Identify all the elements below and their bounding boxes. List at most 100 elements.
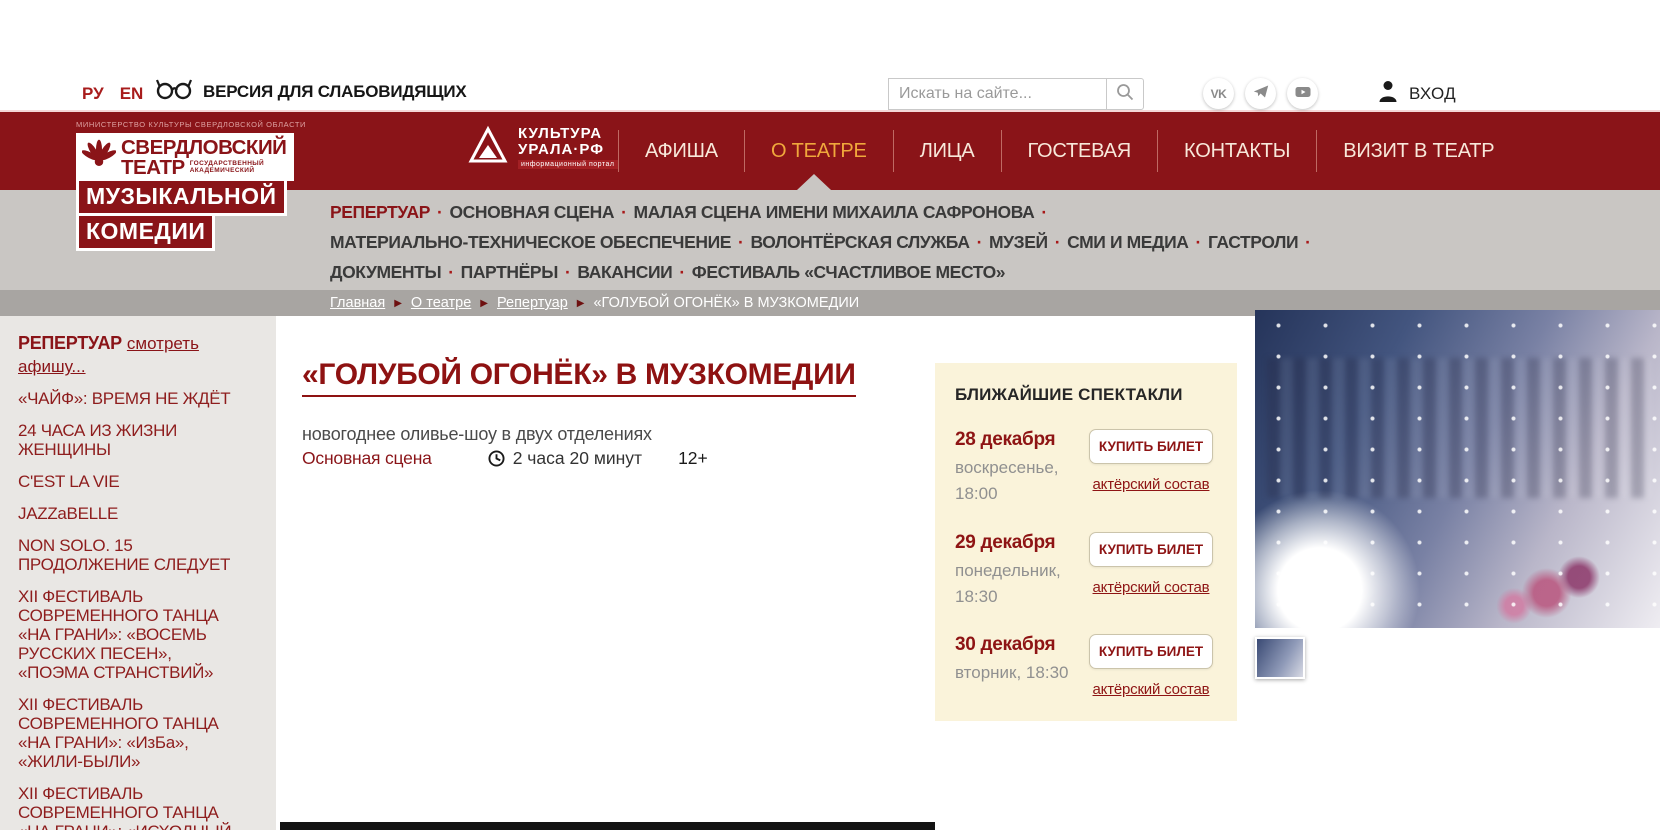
- top-bar: РУ EN ВЕРСИЯ ДЛЯ СЛАБОВИДЯЩИХ: [0, 0, 1660, 112]
- sidebar-item-24-chasa[interactable]: 24 ЧАСА ИЗ ЖИЗНИ ЖЕНЩИНЫ: [18, 421, 240, 459]
- sidebar-item-festival-1[interactable]: XII ФЕСТИВАЛЬ СОВРЕМЕННОГО ТАНЦА «НА ГРА…: [18, 587, 240, 682]
- menu-item-gostevaya[interactable]: ГОСТЕВАЯ: [1002, 140, 1157, 163]
- menu-item-vizit-v-teatr[interactable]: ВИЗИТ В ТЕАТР: [1317, 140, 1520, 163]
- social-links: VK: [1203, 78, 1318, 109]
- sidebar-item-non-solo[interactable]: NON SOLO. 15 ПРОДОЛЖЕНИЕ СЛЕДУЕТ: [18, 536, 240, 574]
- kultura-tagline: информационный портал: [518, 160, 618, 169]
- telegram-icon: [1253, 84, 1269, 104]
- separator-dot: ·: [679, 262, 684, 282]
- page-title: «ГОЛУБОЙ ОГОНЁК» В МУЗКОМЕДИИ: [302, 358, 856, 397]
- breadcrumb-arrow-icon: ▶: [480, 298, 488, 309]
- age-rating-badge: 12+: [678, 448, 708, 469]
- show-date: 30 декабря: [955, 634, 1068, 656]
- show-row: 30 декабря вторник, 18:30 КУПИТЬ БИЛЕТ а…: [955, 634, 1217, 699]
- search-button[interactable]: [1106, 78, 1144, 110]
- breadcrumb-home[interactable]: Главная: [330, 295, 385, 311]
- submenu-muzey[interactable]: МУЗЕЙ: [989, 232, 1048, 252]
- breadcrumb-current: «ГОЛУБОЙ ОГОНЁК» В МУЗКОМЕДИИ: [593, 295, 859, 311]
- repertoire-sidebar: РЕПЕРТУАР смотреть афишу... «ЧАЙФ»: ВРЕМ…: [0, 316, 276, 830]
- lang-en-button[interactable]: EN: [120, 84, 144, 104]
- kultura-triangle-icon: [468, 125, 508, 170]
- show-date: 29 декабря: [955, 532, 1061, 554]
- show-date: 28 декабря: [955, 429, 1059, 451]
- submenu-dokumenty[interactable]: ДОКУМЕНТЫ: [330, 262, 441, 282]
- active-menu-pointer: [797, 174, 831, 190]
- search-input[interactable]: [888, 78, 1106, 110]
- login-button[interactable]: ВХОД: [1378, 80, 1456, 108]
- kultura-line1: КУЛЬТУРА: [518, 126, 618, 142]
- upcoming-heading: БЛИЖАЙШИЕ СПЕКТАКЛИ: [955, 385, 1217, 405]
- menu-item-afisha[interactable]: АФИША: [619, 140, 744, 163]
- language-switcher: РУ EN: [82, 84, 143, 104]
- logo-line4: КОМЕДИИ: [79, 216, 212, 248]
- page: РУ EN ВЕРСИЯ ДЛЯ СЛАБОВИДЯЩИХ: [0, 0, 1660, 830]
- menu-item-kontakty[interactable]: КОНТАКТЫ: [1158, 140, 1316, 163]
- ministry-label: МИНИСТЕРСТВО КУЛЬТУРЫ СВЕРДЛОВСКОЙ ОБЛАС…: [76, 120, 306, 129]
- breadcrumb-repertoire[interactable]: Репертуар: [497, 295, 568, 311]
- main-menu: АФИША О ТЕАТРЕ ЛИЦА ГОСТЕВАЯ КОНТАКТЫ ВИ…: [618, 112, 1520, 190]
- logo-line1: СВЕРДЛОВСКИЙ: [121, 138, 286, 157]
- cast-link[interactable]: актёрский состав: [1093, 579, 1210, 596]
- show-weekday: вторник, 18:30: [955, 660, 1068, 686]
- theater-emblem-icon: [82, 138, 116, 177]
- submenu-malaya-scena[interactable]: МАЛАЯ СЦЕНА ИМЕНИ МИХАИЛА САФРОНОВА: [634, 202, 1035, 222]
- submenu-vakansii[interactable]: ВАКАНСИИ: [577, 262, 672, 282]
- breadcrumb-about[interactable]: О театре: [411, 295, 471, 311]
- buy-ticket-button[interactable]: КУПИТЬ БИЛЕТ: [1089, 429, 1213, 464]
- menu-item-o-teatre[interactable]: О ТЕАТРЕ: [745, 140, 893, 163]
- separator-dot: ·: [738, 232, 743, 252]
- user-icon: [1378, 80, 1398, 108]
- buy-ticket-button[interactable]: КУПИТЬ БИЛЕТ: [1089, 634, 1213, 669]
- sidebar-item-chayf[interactable]: «ЧАЙФ»: ВРЕМЯ НЕ ЖДЁТ: [18, 389, 240, 408]
- telegram-button[interactable]: [1245, 78, 1276, 109]
- glasses-icon: [156, 78, 193, 105]
- show-row: 29 декабря понедельник, 18:30 КУПИТЬ БИЛ…: [955, 532, 1217, 611]
- submenu-festival[interactable]: ФЕСТИВАЛЬ «СЧАСТЛИВОЕ МЕСТО»: [692, 262, 1005, 282]
- sidebar-item-festival-2[interactable]: XII ФЕСТИВАЛЬ СОВРЕМЕННОГО ТАНЦА «НА ГРА…: [18, 695, 240, 771]
- buy-ticket-button[interactable]: КУПИТЬ БИЛЕТ: [1089, 532, 1213, 567]
- search-icon: [1116, 83, 1134, 106]
- show-subtitle: новогоднее оливье-шоу в двух отделениях: [302, 424, 652, 445]
- submenu-partnery[interactable]: ПАРТНЁРЫ: [461, 262, 558, 282]
- menu-item-litsa[interactable]: ЛИЦА: [894, 140, 1001, 163]
- show-time: 18:00: [955, 481, 1059, 507]
- separator-dot: ·: [621, 202, 626, 222]
- show-weekday: воскресенье,: [955, 455, 1059, 481]
- breadcrumb-arrow-icon: ▶: [394, 298, 402, 309]
- separator-dot: ·: [437, 202, 442, 222]
- submenu-volonterskaya[interactable]: ВОЛОНТЁРСКАЯ СЛУЖБА: [750, 232, 969, 252]
- submenu-osnovnaya-scena[interactable]: ОСНОВНАЯ СЦЕНА: [449, 202, 614, 222]
- submenu-mto[interactable]: МАТЕРИАЛЬНО-ТЕХНИЧЕСКОЕ ОБЕСПЕЧЕНИЕ: [330, 232, 731, 252]
- cast-link[interactable]: актёрский состав: [1093, 476, 1210, 493]
- separator-dot: ·: [565, 262, 570, 282]
- youtube-button[interactable]: [1287, 78, 1318, 109]
- separator-dot: ·: [1055, 232, 1060, 252]
- submenu-gastroli[interactable]: ГАСТРОЛИ: [1208, 232, 1298, 252]
- accessibility-label: ВЕРСИЯ ДЛЯ СЛАБОВИДЯЩИХ: [203, 82, 467, 102]
- production-photo[interactable]: [1255, 310, 1660, 628]
- upcoming-shows-panel: БЛИЖАЙШИЕ СПЕКТАКЛИ 28 декабря воскресен…: [935, 363, 1237, 721]
- accessibility-version-button[interactable]: ВЕРСИЯ ДЛЯ СЛАБОВИДЯЩИХ: [156, 78, 467, 105]
- show-weekday: понедельник,: [955, 558, 1061, 584]
- video-embed-top[interactable]: [280, 822, 935, 830]
- kultura-line2: УРАЛА·РФ: [518, 142, 618, 158]
- separator-dot: ·: [1041, 202, 1046, 222]
- show-row: 28 декабря воскресенье, 18:00 КУПИТЬ БИЛ…: [955, 429, 1217, 508]
- lang-ru-button[interactable]: РУ: [82, 84, 104, 104]
- separator-dot: ·: [1305, 232, 1310, 252]
- theater-logo[interactable]: МИНИСТЕРСТВО КУЛЬТУРЫ СВЕРДЛОВСКОЙ ОБЛАС…: [76, 120, 306, 251]
- sidebar-item-cest-la-vie[interactable]: C'EST LA VIE: [18, 472, 240, 491]
- stage-link[interactable]: Основная сцена: [302, 448, 432, 469]
- sidebar-item-jazzabelle[interactable]: JAZZaBELLE: [18, 504, 240, 523]
- logo-line3: МУЗЫКАЛЬНОЙ: [79, 181, 284, 213]
- vk-button[interactable]: VK: [1203, 78, 1234, 109]
- kultura-urala-logo[interactable]: КУЛЬТУРА УРАЛА·РФ информационный портал: [468, 125, 618, 170]
- cast-link[interactable]: актёрский состав: [1093, 681, 1210, 698]
- show-meta: Основная сцена 2 часа 20 минут 12+: [302, 448, 708, 469]
- sidebar-item-festival-3[interactable]: XII ФЕСТИВАЛЬ СОВРЕМЕННОГО ТАНЦА «НА ГРА…: [18, 784, 240, 830]
- submenu-smi[interactable]: СМИ И МЕДИА: [1067, 232, 1188, 252]
- separator-dot: ·: [448, 262, 453, 282]
- separator-dot: ·: [1196, 232, 1201, 252]
- production-photo-thumbnail[interactable]: [1255, 637, 1305, 679]
- submenu-repertuar[interactable]: РЕПЕРТУАР: [330, 202, 430, 222]
